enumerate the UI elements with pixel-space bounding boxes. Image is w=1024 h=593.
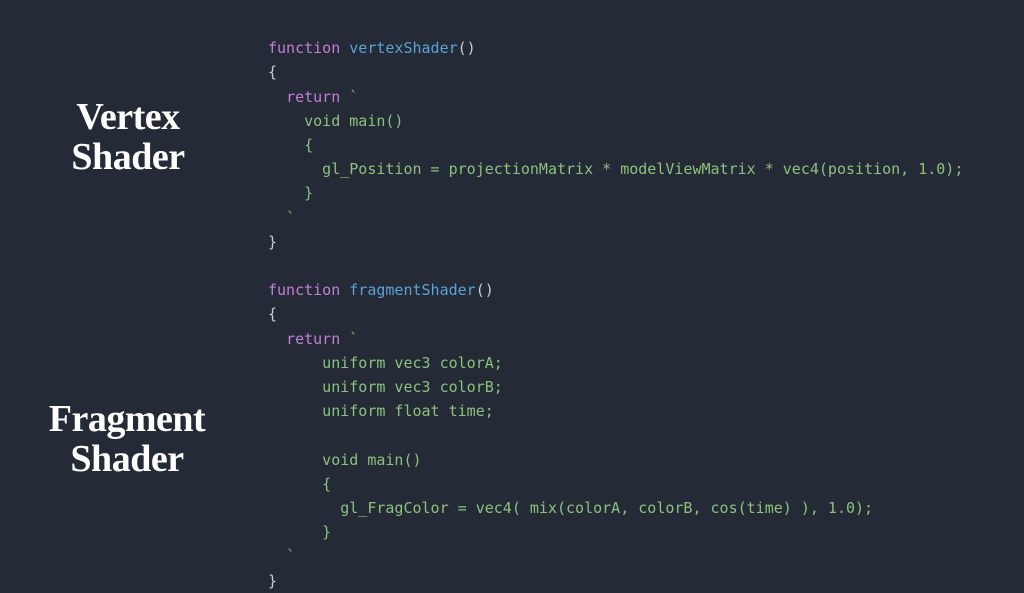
parens: () [458,39,476,57]
vertex-shader-body-line: gl_Position = projectionMatrix * modelVi… [268,160,963,178]
fragment-shader-body-line [268,547,286,565]
backtick-open: ` [349,330,358,348]
keyword-function: function [268,39,340,57]
brace-close: } [268,572,277,590]
fragment-shader-label: Fragment Shader [12,400,242,480]
keyword-return: return [286,88,340,106]
function-name-fragmentShader: fragmentShader [349,281,475,299]
fragment-shader-body-line: uniform float time; [268,402,494,420]
backtick-close: ` [286,547,295,565]
vertex-shader-body-line: { [268,136,313,154]
vertex-shader-label: Vertex Shader [28,98,228,178]
code-block: function vertexShader() { return ` void … [268,12,963,593]
parens: () [476,281,494,299]
vertex-label-line2: Shader [71,136,184,178]
fragment-shader-body-line: uniform vec3 colorA; [268,354,503,372]
vertex-shader-body-line: } [268,184,313,202]
function-name-vertexShader: vertexShader [349,39,457,57]
fragment-shader-body-line: void main() [268,451,422,469]
fragment-shader-body-line: } [268,523,331,541]
vertex-label-line1: Vertex [76,96,179,138]
vertex-shader-body-line: void main() [268,112,403,130]
fragment-shader-body-line: { [268,475,331,493]
backtick-close: ` [286,209,295,227]
fragment-shader-body-line: gl_FragColor = vec4( mix(colorA, colorB,… [268,499,873,517]
fragment-shader-body-line: uniform vec3 colorB; [268,378,503,396]
keyword-function: function [268,281,340,299]
fragment-label-line2: Shader [70,438,183,480]
brace-close: } [268,233,277,251]
fragment-label-line1: Fragment [49,398,205,440]
brace-open: { [268,305,277,323]
vertex-shader-body-line [268,209,286,227]
backtick-open: ` [349,88,358,106]
brace-open: { [268,63,277,81]
keyword-return: return [286,330,340,348]
